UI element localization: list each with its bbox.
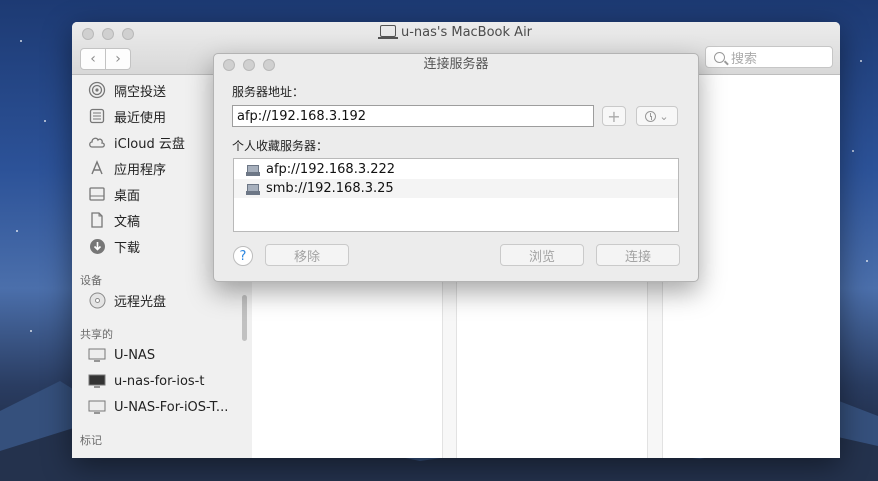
search-placeholder: 搜索 [731, 51, 758, 67]
sidebar-section-shared: 共享的 [80, 328, 113, 341]
airdrop-icon [88, 81, 106, 99]
sidebar-section-devices: 设备 [80, 274, 102, 287]
disc-icon [88, 291, 106, 309]
sidebar-item-label: U-NAS-For-iOS-T... [114, 399, 229, 415]
display-icon [88, 398, 106, 416]
server-drive-icon [246, 164, 260, 176]
chevron-down-icon: ⌄ [659, 109, 669, 123]
server-address-input[interactable] [232, 105, 594, 127]
sidebar-item-label: 最近使用 [114, 110, 167, 126]
laptop-icon [377, 25, 398, 39]
sidebar-item-label: U-NAS [114, 347, 156, 363]
sidebar-scrollbar[interactable] [242, 295, 247, 341]
desktop-icon [88, 185, 106, 203]
sidebar-item-airdrop[interactable]: 隔空投送 [88, 79, 166, 101]
connect-to-server-dialog: 连接服务器 服务器地址： + ⌄ 个人收藏服务器： afp://192.168.… [213, 53, 699, 282]
dialog-title: 连接服务器 [423, 57, 489, 72]
cloud-icon [88, 133, 106, 151]
help-button[interactable]: ? [233, 246, 253, 266]
recents-icon [88, 107, 106, 125]
applications-icon [88, 159, 106, 177]
sidebar-item-label: u-nas-for-ios-t [114, 373, 205, 389]
server-address-label: 服务器地址： [232, 85, 305, 99]
sidebar-item-documents[interactable]: 文稿 [88, 209, 140, 231]
sidebar-item-applications[interactable]: 应用程序 [88, 157, 166, 179]
documents-icon [88, 211, 106, 229]
search-field[interactable]: 搜索 [705, 46, 833, 68]
favorite-servers-label: 个人收藏服务器： [232, 139, 329, 153]
chevron-right-icon: › [115, 51, 121, 67]
display-icon [88, 372, 106, 390]
window-title: u-nas's MacBook Air [72, 25, 840, 40]
sidebar-item-label: iCloud 云盘 [114, 136, 185, 152]
clock-icon [645, 110, 657, 122]
browse-button[interactable]: 浏览 [500, 244, 584, 266]
sidebar-item-u-nas-for-ios-t-2[interactable]: U-NAS-For-iOS-T... [88, 396, 228, 418]
server-drive-icon [246, 183, 260, 195]
sidebar-item-remote-disc[interactable]: 远程光盘 [88, 289, 166, 311]
back-button[interactable]: ‹ [80, 48, 106, 70]
search-icon [714, 51, 725, 63]
sidebar-item-icloud[interactable]: iCloud 云盘 [88, 131, 185, 153]
recent-servers-button[interactable]: ⌄ [636, 106, 678, 126]
display-icon [88, 346, 106, 364]
navigation-buttons: ‹ › [80, 48, 131, 70]
sidebar-item-label: 远程光盘 [114, 294, 167, 310]
list-item[interactable]: afp://192.168.3.222 [234, 160, 678, 179]
chevron-left-icon: ‹ [90, 51, 96, 67]
remove-button[interactable]: 移除 [265, 244, 349, 266]
list-item[interactable]: smb://192.168.3.25 [234, 179, 678, 198]
forward-button[interactable]: › [106, 48, 131, 70]
sidebar-item-desktop[interactable]: 桌面 [88, 183, 140, 205]
sidebar-item-label: 文稿 [114, 214, 141, 230]
sidebar-item-label: 应用程序 [114, 162, 167, 178]
sidebar-item-label: 桌面 [114, 188, 141, 204]
sidebar-item-u-nas[interactable]: U-NAS [88, 344, 155, 366]
sidebar-item-label: 下载 [114, 240, 141, 256]
plus-icon: + [607, 106, 621, 126]
sidebar-item-u-nas-for-ios-t[interactable]: u-nas-for-ios-t [88, 370, 204, 392]
sidebar-item-downloads[interactable]: 下载 [88, 235, 140, 257]
sidebar-item-label: 隔空投送 [114, 84, 167, 100]
favorite-servers-list: afp://192.168.3.222 smb://192.168.3.25 [233, 158, 679, 232]
connect-button[interactable]: 连接 [596, 244, 680, 266]
downloads-icon [88, 237, 106, 255]
sidebar-section-tags: 标记 [80, 434, 102, 447]
sidebar-item-recents[interactable]: 最近使用 [88, 105, 166, 127]
add-favorite-button[interactable]: + [602, 106, 626, 126]
